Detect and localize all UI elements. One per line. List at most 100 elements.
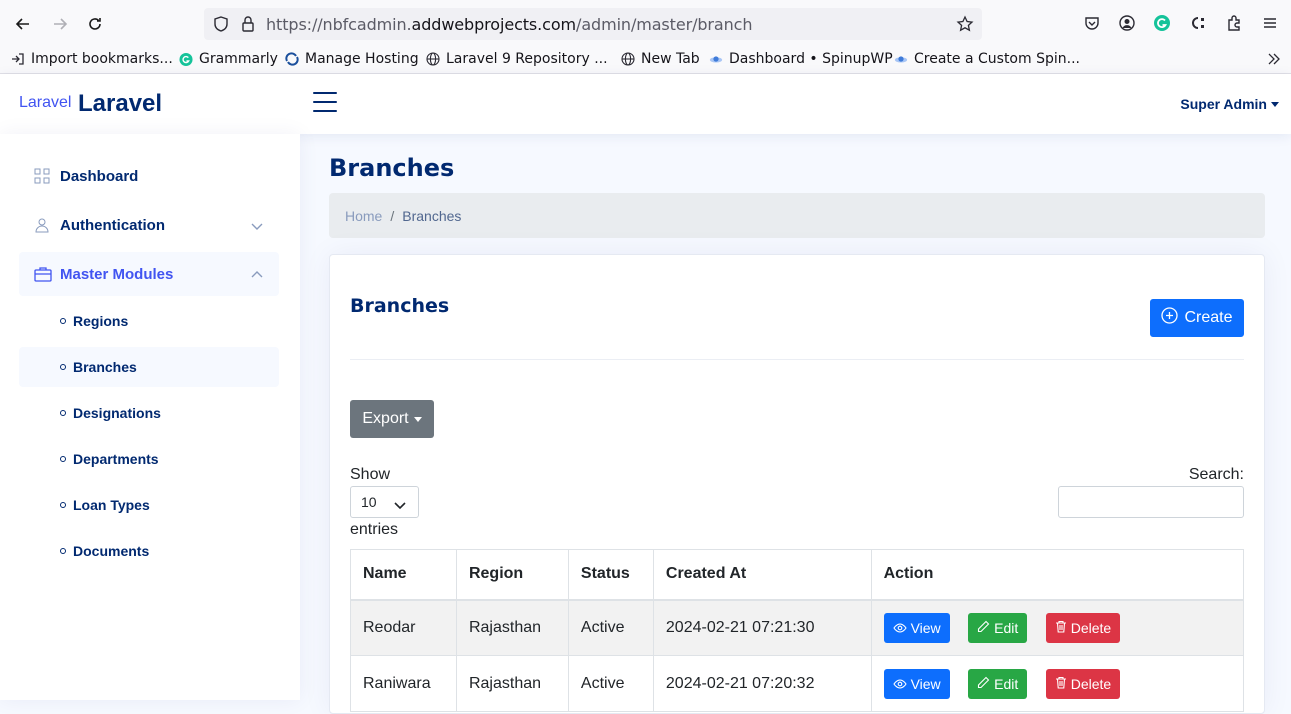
cell-name: Reodar [350,599,457,656]
reload-icon[interactable] [83,12,107,36]
spinupwp-icon [894,52,908,66]
url-text[interactable]: https://nbfcadmin.addwebprojects.com/adm… [266,15,752,34]
page-length-select[interactable]: 10 [350,486,419,518]
star-icon[interactable] [956,15,974,38]
export-button-label: Export [362,410,409,427]
page-title: Branches [329,154,455,182]
grammarly-extension-icon[interactable] [1151,12,1173,34]
app-header: Laravel Laravel Super Admin [0,74,1291,134]
globe-icon [621,52,635,66]
bookmark-manage-hosting[interactable]: Manage Hosting [285,51,419,67]
circle-icon [60,502,66,508]
cell-actions: View Edit Delete [870,655,1245,712]
sidebar-subitem-label: Loan Types [73,497,150,513]
sidebar-subitem-loan-types[interactable]: Loan Types [19,485,279,525]
delete-button[interactable]: Delete [1045,612,1121,643]
bookmarks-overflow-icon[interactable] [1266,52,1282,66]
logo-text-small[interactable]: Laravel [19,94,71,112]
table-row: Raniwara Rajasthan Active 2024-02-21 07:… [350,655,1245,712]
pocket-icon[interactable] [1081,12,1103,34]
bookmark-label: Manage Hosting [305,51,419,67]
cell-region: Rajasthan [455,599,569,656]
cell-status: Active [567,655,654,712]
sidebar-item-label: Authentication [60,216,165,234]
circle-icon [60,456,66,462]
bookmark-label: Laravel 9 Repository ... [446,51,608,67]
bookmark-label: Create a Custom Spin... [914,51,1080,67]
grid-icon [34,168,50,184]
table-row: Reodar Rajasthan Active 2024-02-21 07:21… [350,599,1245,656]
menu-icon[interactable] [1259,12,1281,34]
bookmark-label: Grammarly [199,51,278,67]
bookmark-spinupwp-create[interactable]: Create a Custom Spin... [894,51,1080,67]
sidebar-subitem-departments[interactable]: Departments [19,439,279,479]
edit-button[interactable]: Edit [968,668,1028,699]
sidebar-subitem-regions[interactable]: Regions [19,301,279,341]
sidebar-subitem-designations[interactable]: Designations [19,393,279,433]
delete-button-label: Delete [1070,675,1112,692]
pencil-icon [977,620,990,636]
account-icon[interactable] [1116,12,1138,34]
hosting-icon [285,52,299,66]
sidebar-item-label: Dashboard [60,167,139,185]
sidebar-toggle-icon[interactable] [313,92,337,114]
circle-icon [60,548,66,554]
circle-icon [60,318,66,324]
bookmark-import[interactable]: Import bookmarks... [11,51,173,67]
sidebar-subitem-label: Designations [73,405,161,421]
sidebar-subitem-label: Documents [73,543,150,559]
trash-icon [1055,676,1067,692]
sidebar-subitem-documents[interactable]: Documents [19,531,279,571]
bookmark-grammarly[interactable]: Grammarly [179,51,278,67]
briefcase-icon [34,266,52,282]
sidebar-subitem-label: Departments [73,451,159,467]
cell-name: Raniwara [350,655,457,712]
forward-icon[interactable] [48,12,72,36]
extensions-icon[interactable] [1223,12,1245,34]
view-button-label: View [910,675,941,692]
edit-button[interactable]: Edit [968,612,1028,643]
eye-icon [892,620,907,636]
lock-icon[interactable] [240,15,256,38]
branches-card: Branches Create Export Show 10 entries S… [329,254,1265,714]
column-header-action: Action [870,549,1245,601]
column-header-region[interactable]: Region [455,549,569,601]
bookmark-laravel-repo[interactable]: Laravel 9 Repository ... [426,51,608,67]
caret-down-icon [413,416,422,422]
profile-dropdown[interactable]: Super Admin [1180,96,1279,112]
create-button-label: Create [1184,309,1233,326]
bookmark-spinupwp-dashboard[interactable]: Dashboard • SpinupWP [709,51,893,67]
export-dropdown-button[interactable]: Export [350,400,434,438]
sidebar-subitem-branches[interactable]: Branches [19,347,279,387]
view-button[interactable]: View [883,668,950,699]
sidebar: Dashboard Authentication Master Modules … [0,134,300,700]
trash-icon [1055,620,1067,636]
breadcrumb-separator: / [390,207,395,224]
cell-created-at: 2024-02-21 07:21:30 [652,599,872,656]
sidebar-item-master-modules[interactable]: Master Modules [19,252,279,296]
search-input[interactable] [1058,486,1244,518]
sidebar-item-dashboard[interactable]: Dashboard [19,154,279,198]
sidebar-item-authentication[interactable]: Authentication [19,203,279,247]
browser-toolbar: https://nbfcadmin.addwebprojects.com/adm… [0,0,1291,48]
shield-icon[interactable] [212,15,230,38]
person-icon [34,217,50,233]
divider [350,359,1244,360]
address-bar[interactable]: https://nbfcadmin.addwebprojects.com/adm… [204,8,982,40]
globe-icon [426,52,440,66]
edit-button-label: Edit [994,675,1019,692]
extension-c-icon[interactable] [1187,12,1209,34]
view-button[interactable]: View [883,612,950,643]
back-icon[interactable] [11,12,35,36]
logo-text[interactable]: Laravel [78,90,162,118]
column-header-status[interactable]: Status [567,549,654,601]
bookmark-new-tab[interactable]: New Tab [621,51,700,67]
breadcrumb-current: Branches [402,207,462,224]
circle-icon [60,410,66,416]
create-button[interactable]: Create [1150,299,1244,337]
column-header-name[interactable]: Name [350,549,457,601]
circle-icon [60,364,66,370]
delete-button[interactable]: Delete [1045,668,1121,699]
breadcrumb-home-link[interactable]: Home [345,208,382,224]
column-header-created-at[interactable]: Created At [652,549,872,601]
